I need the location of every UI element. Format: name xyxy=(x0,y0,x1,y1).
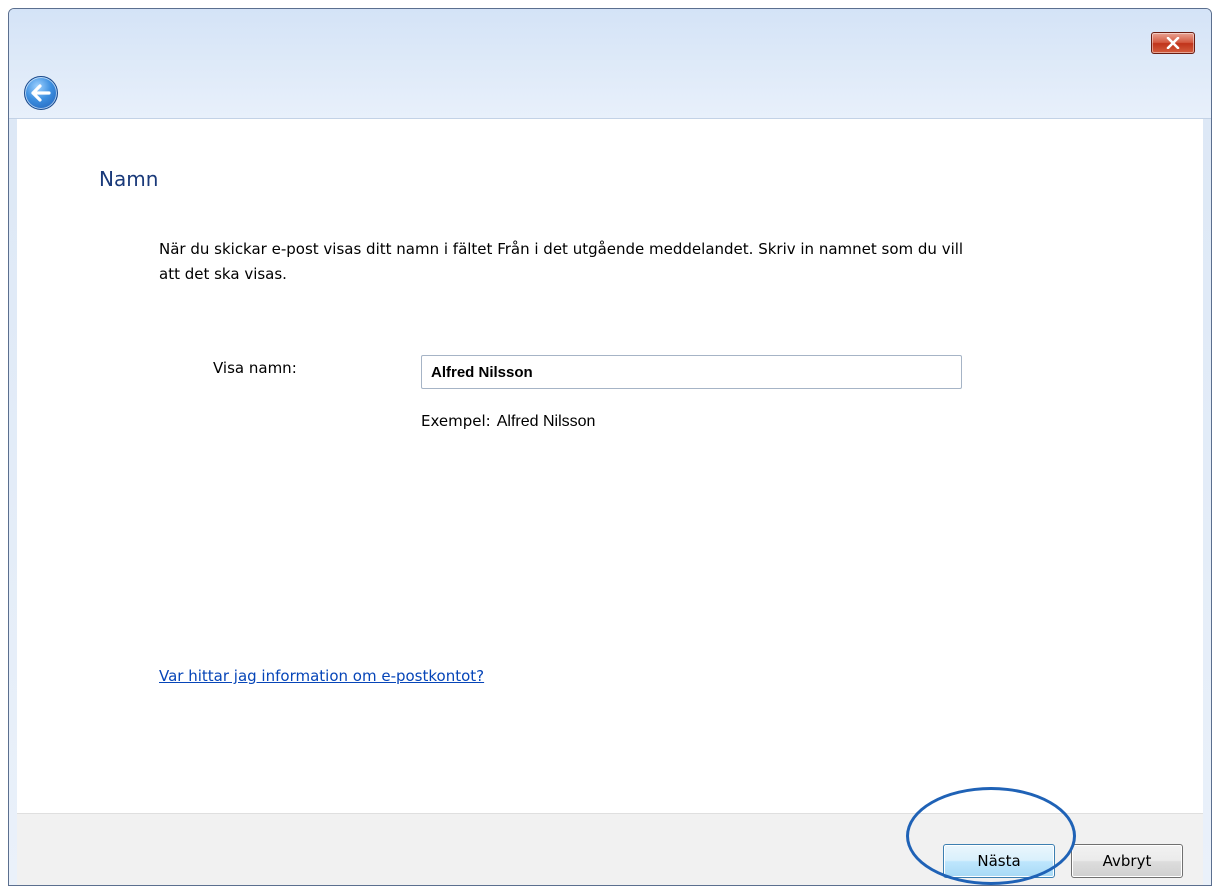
window-edge-right xyxy=(1203,119,1211,885)
back-button[interactable] xyxy=(24,76,58,110)
next-button[interactable]: Nästa xyxy=(943,844,1055,878)
back-arrow-icon xyxy=(31,84,51,102)
page-description: När du skickar e-post visas ditt namn i … xyxy=(159,240,964,283)
example-row: Exempel: Alfred Nilsson xyxy=(421,412,595,431)
example-label: Exempel: xyxy=(421,412,491,430)
window-edge-left xyxy=(9,119,17,885)
display-name-label: Visa namn: xyxy=(213,359,297,377)
wizard-window: Namn När du skickar e-post visas ditt na… xyxy=(8,8,1212,886)
wizard-footer: Nästa Avbryt xyxy=(17,813,1203,885)
example-value: Alfred Nilsson xyxy=(496,413,596,430)
wizard-content: Namn När du skickar e-post visas ditt na… xyxy=(17,119,1203,813)
close-button[interactable] xyxy=(1151,32,1195,54)
page-title: Namn xyxy=(99,167,159,191)
title-bar xyxy=(9,9,1211,119)
cancel-button[interactable]: Avbryt xyxy=(1071,844,1183,878)
help-link[interactable]: Var hittar jag information om e-postkont… xyxy=(159,667,484,685)
close-icon xyxy=(1166,37,1180,49)
display-name-input[interactable] xyxy=(421,355,962,389)
